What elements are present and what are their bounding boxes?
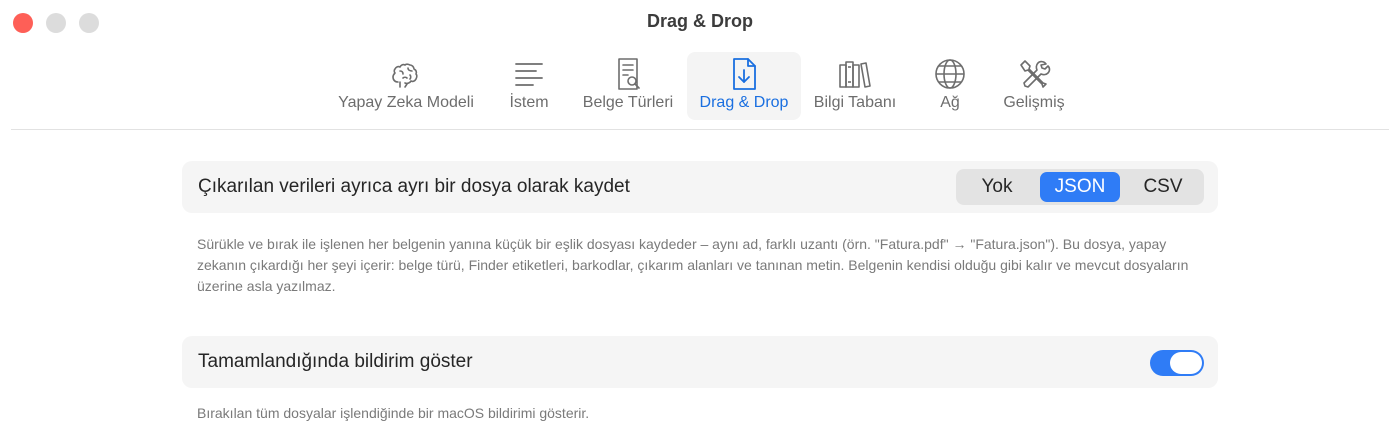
format-segmented-control: Yok JSON CSV: [956, 169, 1204, 205]
notify-row: Tamamlandığında bildirim göster: [182, 336, 1218, 388]
globe-icon: [930, 54, 970, 94]
tab-document-types[interactable]: Belge Türleri: [574, 52, 682, 120]
tab-label: Gelişmiş: [1003, 94, 1065, 111]
brain-icon: [386, 54, 426, 94]
books-icon: [835, 54, 875, 94]
tab-ai-model[interactable]: Yapay Zeka Modeli: [330, 52, 482, 120]
document-search-icon: [608, 54, 648, 94]
tab-label: Drag & Drop: [699, 94, 789, 111]
tab-label: Belge Türleri: [582, 94, 674, 111]
window-title: Drag & Drop: [646, 11, 753, 31]
tab-network[interactable]: Ağ: [924, 52, 976, 120]
format-option-json[interactable]: JSON: [1040, 172, 1120, 202]
text-lines-icon: [509, 54, 549, 94]
save-extracted-description: Sürükle ve bırak ile işlenen her belgeni…: [197, 236, 1189, 294]
format-option-none[interactable]: Yok: [959, 172, 1035, 202]
save-extracted-row: Çıkarılan verileri ayrıca ayrı bir dosya…: [182, 161, 1218, 213]
tab-label: Bilgi Tabanı: [813, 94, 897, 111]
tools-icon: [1014, 54, 1054, 94]
save-extracted-label: Çıkarılan verileri ayrıca ayrı bir dosya…: [198, 176, 630, 197]
toggle-knob: [1170, 352, 1202, 374]
tab-label: İstem: [509, 94, 549, 111]
preferences-toolbar: Yapay Zeka Modeli İstem Belge Türleri Dr…: [0, 52, 1400, 122]
document-download-icon: [724, 54, 764, 94]
notify-label: Tamamlandığında bildirim göster: [198, 351, 473, 372]
tab-label: Yapay Zeka Modeli: [338, 94, 474, 111]
notify-description: Bırakılan tüm dosyalar işlendiğinde bir …: [197, 405, 590, 421]
tab-advanced[interactable]: Gelişmiş: [996, 52, 1072, 120]
notify-toggle[interactable]: [1150, 350, 1204, 376]
tab-label: Ağ: [940, 94, 960, 111]
tab-drag-drop[interactable]: Drag & Drop: [687, 52, 801, 120]
settings-window: Drag & Drop Yapay Zeka Modeli İstem Belg…: [0, 0, 1400, 440]
tab-prompt[interactable]: İstem: [500, 52, 558, 120]
format-option-csv[interactable]: CSV: [1125, 172, 1201, 202]
tab-knowledge-base[interactable]: Bilgi Tabanı: [806, 52, 904, 120]
toolbar-divider: [11, 129, 1389, 130]
